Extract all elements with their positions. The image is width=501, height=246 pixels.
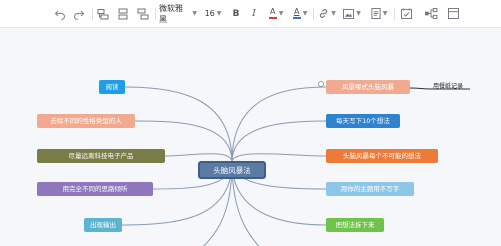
highlight-letter: A	[293, 7, 300, 17]
bold-icon: B	[232, 8, 240, 19]
undo-button[interactable]	[53, 5, 67, 22]
toolbar-divider	[313, 8, 314, 20]
topic-left-4[interactable]: 用完全不同的思路倾听	[37, 182, 153, 196]
child-topic-icon	[97, 8, 109, 19]
topic-right-2[interactable]: 每天写下10个想法	[326, 114, 400, 128]
toolbar: 微软雅黑 ▼ 16 ▼ B I A ▼ A ▼ ▼ ▼ ▼	[0, 0, 501, 28]
italic-icon: I	[252, 8, 256, 19]
font-family-select[interactable]: 微软雅黑 ▼	[159, 3, 197, 24]
structure-icon	[425, 8, 438, 19]
undo-icon	[54, 10, 66, 20]
add-parent-topic-button[interactable]	[136, 5, 150, 22]
topic-right-4[interactable]: 用你的主题用不写字	[326, 182, 414, 196]
calendar-check-icon	[400, 8, 412, 19]
topic-right-1[interactable]: 风景哪式头脑风暴	[326, 80, 410, 94]
bold-button[interactable]: B	[229, 5, 243, 22]
note-button[interactable]: ▼	[369, 5, 389, 22]
layout-icon	[447, 8, 459, 19]
chevron-down-icon: ▼	[356, 10, 361, 17]
mindmap-canvas[interactable]: 阅读 去除不同的性格类型的人 尽量远离科技电子产品 用完全不同的思路倾听 出现输…	[0, 28, 501, 246]
sibling-topic-icon	[118, 8, 128, 19]
italic-button[interactable]: I	[247, 5, 261, 22]
font-color-button[interactable]: A ▼	[266, 5, 286, 22]
toolbar-divider	[92, 8, 93, 20]
central-topic[interactable]: 头脑风暴法	[198, 161, 266, 179]
image-button[interactable]: ▼	[342, 5, 362, 22]
redo-button[interactable]	[72, 5, 86, 22]
chevron-down-icon: ▼	[382, 10, 388, 17]
font-size-value: 16	[204, 9, 215, 18]
chevron-down-icon: ▼	[278, 10, 284, 17]
redo-icon	[73, 10, 85, 20]
link-icon	[320, 9, 328, 18]
toolbar-divider	[394, 8, 395, 20]
chevron-down-icon: ▼	[302, 10, 308, 17]
font-family-value: 微软雅黑	[159, 3, 183, 24]
topic-left-2[interactable]: 去除不同的性格类型的人	[37, 114, 135, 128]
topic-left-3[interactable]: 尽量远离科技电子产品	[37, 149, 165, 163]
font-size-select[interactable]: 16 ▼	[203, 5, 223, 22]
chevron-down-icon: ▼	[331, 10, 336, 17]
font-color-swatch	[268, 17, 277, 19]
add-child-topic-button[interactable]	[96, 5, 110, 22]
callout-label[interactable]: 用餐纸记录	[433, 81, 463, 90]
topic-left-5[interactable]: 出现输出	[84, 218, 122, 232]
highlight-icon: A	[292, 7, 301, 19]
font-color-letter: A	[269, 7, 276, 17]
topic-right-3[interactable]: 头脑风暴每个不可能的想法	[326, 149, 438, 163]
image-icon	[343, 8, 355, 19]
task-button[interactable]	[399, 5, 413, 22]
topic-left-1[interactable]: 阅读	[99, 80, 125, 94]
toolbar-divider	[155, 8, 156, 20]
topic-right-5[interactable]: 把想法拆下来	[326, 218, 384, 232]
collapse-toggle[interactable]	[318, 81, 324, 87]
style-button[interactable]	[446, 5, 460, 22]
highlight-button[interactable]: A ▼	[290, 5, 310, 22]
font-color-icon: A	[268, 7, 277, 19]
add-sibling-topic-button[interactable]	[116, 5, 130, 22]
chevron-down-icon: ▼	[216, 10, 222, 17]
connector-lines	[121, 86, 470, 246]
structure-button[interactable]	[423, 5, 439, 22]
chevron-down-icon: ▼	[192, 10, 197, 17]
note-icon	[371, 8, 381, 19]
parent-topic-icon	[137, 8, 149, 19]
link-button[interactable]: ▼	[317, 5, 337, 22]
highlight-swatch	[292, 17, 301, 19]
